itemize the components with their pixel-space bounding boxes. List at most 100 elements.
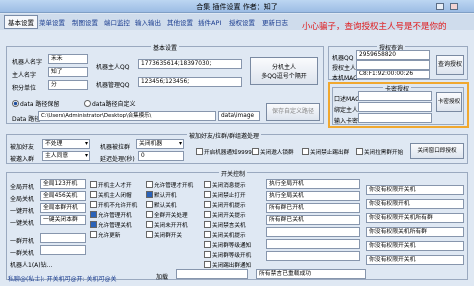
warning-text: 小心骗子，查询授权主人号是不是你的 — [302, 22, 447, 32]
switch-checkbox[interactable]: 允许管理开机 — [90, 211, 132, 219]
card-key-label: 输入卡密 — [334, 118, 359, 125]
binding-owner-label: 绑定主人 — [334, 107, 359, 114]
switch-checkbox[interactable]: 关闭群等级通知 — [204, 241, 251, 249]
mac-label: 本机MAC — [332, 75, 358, 82]
data-image-field: data\image — [218, 111, 260, 121]
switch-checkbox[interactable]: 关闭开关提示 — [204, 211, 246, 219]
switch-text-input[interactable]: 你没有权限开关机所有群 — [366, 213, 464, 223]
switch-checkbox[interactable]: 关闭未开开机 — [146, 221, 188, 229]
card-mac-label: 口述MAC — [334, 96, 360, 103]
switch-row-label: 一群开机 — [10, 238, 35, 245]
switch-checkbox[interactable]: 允许管理才开机 — [146, 181, 193, 189]
data-path-input[interactable]: C:\Users\Administrator\Desktop\合集模乐\ — [38, 111, 216, 121]
switch-text-input[interactable]: 所有群已关机 — [266, 215, 360, 225]
close-notify-button[interactable]: 关闭窗口即授权 — [410, 143, 464, 159]
tab-menu-settings[interactable]: 菜单设置 — [39, 17, 65, 27]
tab-other[interactable]: 其他设置 — [167, 17, 193, 27]
tab-io[interactable]: 输入输出 — [135, 17, 161, 27]
switch-checkbox[interactable]: 默认关机 — [146, 201, 176, 209]
tab-plugin-api[interactable]: 插件API — [198, 17, 221, 27]
card-mac-input[interactable] — [358, 91, 432, 101]
switch-checkbox[interactable]: 开机不允许开机 — [90, 201, 137, 209]
switch-text-input[interactable] — [266, 227, 360, 237]
switch-row-input[interactable]: 全局本群开机 — [40, 203, 86, 213]
robot-invited-label: 机器被拉群 — [100, 144, 131, 151]
save-path-button[interactable]: 保存自定义路径 — [266, 103, 320, 121]
switch-row-input[interactable]: 全局123开机 — [40, 179, 86, 189]
no-kick-checkbox[interactable]: 关闭禁止踢出群 — [302, 148, 349, 156]
owner-qq-label: 机器主人QQ — [96, 64, 130, 71]
robot-qq-input[interactable]: 2959658820 — [356, 50, 430, 60]
robot-name-input[interactable]: 禾禾 — [48, 54, 88, 64]
switch-checkbox[interactable]: 默认开机 — [146, 191, 176, 199]
open-robot-notify-checkbox[interactable]: 开启机器通知9999 — [196, 148, 252, 156]
switch-checkbox[interactable]: 关闭踢出群通知 — [204, 261, 251, 269]
owner-qq-input[interactable]: 1773635614;18397030; — [138, 59, 242, 69]
tab-basic-settings[interactable]: 基本设置 — [4, 15, 38, 29]
switch-text-input[interactable] — [266, 251, 360, 261]
switch-text-input[interactable]: 所有群已开机 — [266, 203, 360, 213]
points-unit-label: 积分单位 — [12, 85, 37, 92]
auth-owner-field — [356, 60, 430, 70]
switch-text-input[interactable]: 你没有权限关机所有群 — [366, 227, 464, 237]
card-auth-button[interactable]: 卡密授权 — [436, 92, 462, 112]
switch-text-input[interactable]: 你没有权限开关机 — [366, 185, 464, 195]
admin-qq-label: 机器管理QQ — [96, 82, 130, 89]
switch-checkbox[interactable]: 关闭禁止打开 — [204, 191, 246, 199]
switch-checkbox[interactable]: 允许管理关机 — [90, 221, 132, 229]
owner-name-input[interactable]: 知了 — [48, 67, 88, 77]
switch-checkbox[interactable]: 关闭群开关 — [146, 231, 182, 239]
robot-invited-select[interactable]: 关闭机器 — [136, 139, 184, 149]
switch-checkbox[interactable]: 关闭开机提示 — [204, 201, 246, 209]
switch-text-input[interactable]: 执行全局关机 — [266, 191, 360, 201]
admin-qq-input[interactable]: 123456;123456; — [138, 77, 242, 87]
mac-field: C8:F1:92:00:00:26 — [356, 70, 430, 79]
switch-checkbox[interactable]: 关闭关机提示 — [204, 231, 246, 239]
switch-row-input[interactable]: 全局456关机 — [40, 191, 86, 201]
points-unit-input[interactable]: 分 — [48, 80, 88, 90]
footer-load-label: 加载 — [156, 274, 169, 281]
footer-load-input[interactable] — [176, 269, 248, 279]
friend-select[interactable]: 不处理 — [42, 139, 90, 149]
query-auth-button[interactable]: 查询授权 — [436, 55, 464, 75]
switch-row-input[interactable]: 一键关闭本群 — [40, 215, 86, 225]
title-bar: 合集 插件设置 作者：知了 — [0, 0, 474, 13]
switch-text-input[interactable]: 你没有权限开关机 — [366, 255, 464, 265]
split-owner-button[interactable]: 分机主人 多QQ逗号个隔开 — [250, 57, 318, 85]
close-lock-checkbox[interactable]: 关闭邀人锁群 — [252, 148, 294, 156]
switch-checkbox[interactable]: 全群开关处理 — [146, 211, 188, 219]
switch-checkbox[interactable]: 关闭群等级开机 — [204, 251, 251, 259]
switch-checkbox[interactable]: 关机主人闭帽 — [90, 191, 132, 199]
tab-auth[interactable]: 授权设置 — [229, 17, 255, 27]
switch-checkbox[interactable]: 开机主人才开 — [90, 181, 132, 189]
switch-row-label: 全局关机 — [10, 196, 35, 203]
switch-row-input[interactable] — [40, 233, 86, 243]
binding-owner-input[interactable] — [358, 102, 432, 112]
robot-name-label: 机器人名字 — [12, 59, 43, 66]
invite-title: 被加好友/拉群/群组邀处理 — [187, 131, 262, 140]
footer-msg-input[interactable]: 所有禁言已重载成功 — [256, 269, 366, 279]
card-key-input[interactable] — [358, 113, 432, 123]
switch-text-input[interactable] — [266, 239, 360, 249]
switch-text-input[interactable]: 你没有权限开机 — [366, 199, 464, 209]
switch-text-input[interactable]: 执行全局开机 — [266, 179, 360, 189]
switch-row-label: 全局开机 — [10, 184, 35, 191]
tab-bar: 基本设置 菜单设置 制图设置 端口监控 输入输出 其他设置 插件API 授权设置… — [0, 14, 474, 32]
window-title: 合集 插件设置 作者：知了 — [196, 3, 278, 11]
data-path-default-radio[interactable]: data 路径保留 — [12, 99, 59, 108]
minimize-icon[interactable] — [436, 3, 444, 10]
switch-checkbox[interactable]: 关闭禁言关机 — [204, 221, 246, 229]
delay-input[interactable]: 0 — [138, 151, 184, 161]
group-invite-select[interactable]: 主人同意 — [42, 151, 90, 161]
split-owner-label: 分机主人 — [271, 64, 296, 71]
tab-port-monitor[interactable]: 端口监控 — [104, 17, 130, 27]
data-path-custom-radio[interactable]: data路径自定义 — [84, 99, 136, 108]
switch-checkbox[interactable]: 允许更新 — [90, 231, 120, 239]
black-checkbox[interactable]: 关闭拉黑群开始 — [356, 148, 403, 156]
close-icon[interactable] — [450, 3, 458, 10]
tab-drawing-settings[interactable]: 制图设置 — [72, 17, 98, 27]
switch-row-input[interactable] — [40, 245, 86, 255]
switch-text-input[interactable]: 你没有权限开关机 — [366, 241, 464, 251]
switch-checkbox[interactable]: 关闭消息提示 — [204, 181, 246, 189]
tab-changelog[interactable]: 更新日志 — [262, 17, 288, 27]
